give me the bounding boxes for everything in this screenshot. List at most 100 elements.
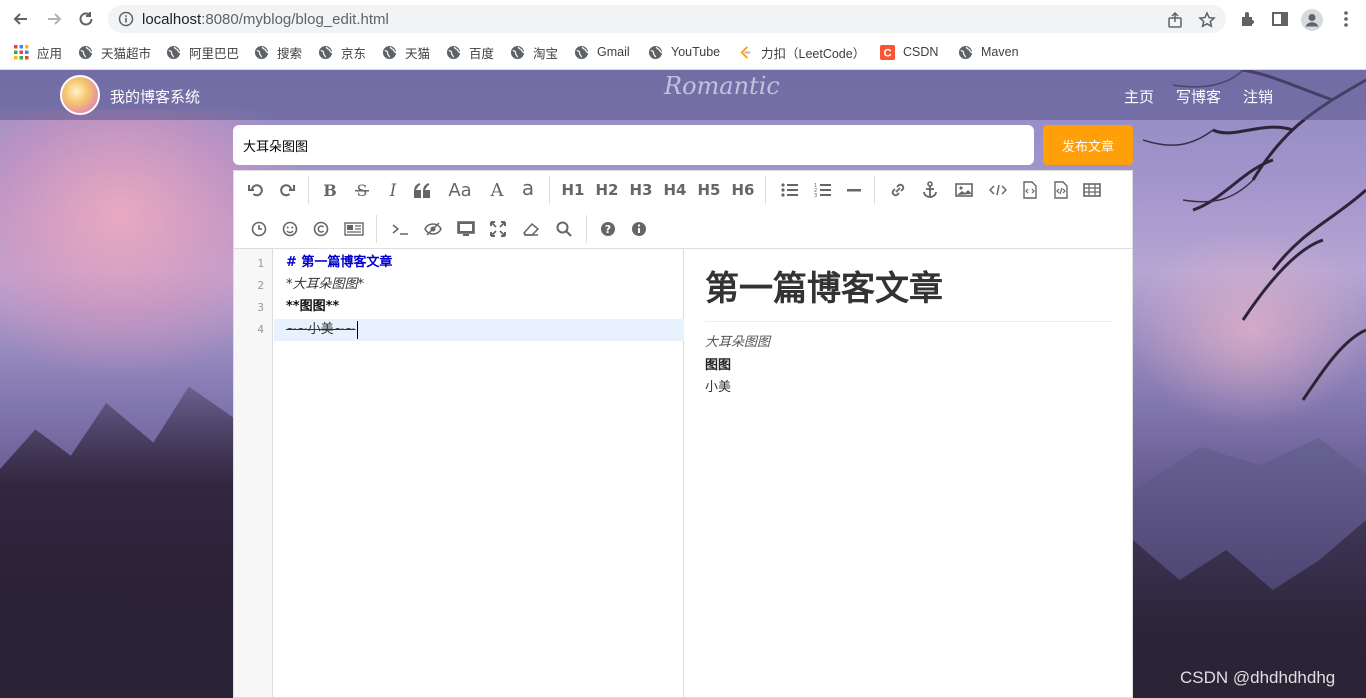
- site-info-icon[interactable]: [118, 11, 134, 27]
- toolbar-separator: [549, 176, 550, 204]
- banner-text: Romantic: [664, 72, 780, 100]
- markdown-preview-pane: 第一篇博客文章 大耳朵图图 图图 小美: [685, 249, 1132, 697]
- bookmark-item[interactable]: 京东: [318, 43, 366, 61]
- link-icon[interactable]: [885, 177, 911, 203]
- bookmarks-bar: 应用 天猫超市 阿里巴巴 搜索 京东 天猫 百度 淘宝 Gmail YouTub…: [0, 38, 1366, 66]
- table-icon[interactable]: [1079, 177, 1105, 203]
- bookmark-item[interactable]: 百度: [446, 43, 494, 61]
- italic-icon[interactable]: I: [380, 177, 406, 203]
- heading-2-button[interactable]: H2: [593, 177, 621, 203]
- globe-icon: [382, 45, 397, 59]
- page-background: 我的博客系统 Romantic 主页 写博客 注销 发布文章 B S I Aa …: [0, 70, 1366, 698]
- markdown-source-pane[interactable]: 1 2 3 4 # 第一篇博客文章 *大耳朵图图* **图图** ~~小美~~: [234, 249, 684, 697]
- share-icon[interactable]: [1166, 11, 1184, 29]
- watch-preview-icon[interactable]: [453, 216, 479, 242]
- preview-bold-text: 图图: [705, 358, 732, 373]
- article-title-input[interactable]: [233, 125, 1034, 165]
- background-trees: [0, 386, 236, 698]
- bookmark-item[interactable]: 搜索: [254, 43, 302, 61]
- unordered-list-icon[interactable]: [777, 177, 803, 203]
- globe-icon: [78, 45, 93, 59]
- bookmark-item[interactable]: 天猫: [382, 43, 430, 61]
- extensions-icon[interactable]: [1238, 9, 1258, 29]
- svg-text:I: I: [389, 182, 397, 198]
- html-entities-icon[interactable]: [308, 216, 334, 242]
- nav-home[interactable]: 主页: [1124, 86, 1154, 107]
- side-panel-icon[interactable]: [1270, 9, 1290, 29]
- emoji-icon[interactable]: [277, 216, 303, 242]
- bookmark-item[interactable]: YouTube: [648, 43, 720, 61]
- hide-preview-icon[interactable]: [420, 216, 446, 242]
- pagebreak-icon[interactable]: [341, 216, 367, 242]
- toolbar-separator: [765, 176, 766, 204]
- code-block-icon[interactable]: [1048, 177, 1074, 203]
- browser-navbar: localhost:8080/myblog/blog_edit.html: [0, 0, 1366, 38]
- nav-write-blog[interactable]: 写博客: [1176, 86, 1221, 107]
- info-icon[interactable]: [626, 216, 652, 242]
- heading-1-button[interactable]: H1: [559, 177, 587, 203]
- profile-avatar-icon[interactable]: [1301, 9, 1323, 31]
- preview-strikethrough-text: 小美: [705, 380, 732, 395]
- goto-line-icon[interactable]: [387, 216, 413, 242]
- ordered-list-icon[interactable]: 123: [810, 177, 836, 203]
- code-line-strikethrough[interactable]: ~~小美~~: [274, 319, 684, 341]
- strikethrough-icon[interactable]: S: [349, 177, 375, 203]
- anchor-icon[interactable]: [917, 177, 943, 203]
- url-text[interactable]: localhost:8080/myblog/blog_edit.html: [142, 11, 389, 28]
- search-icon[interactable]: [551, 216, 577, 242]
- line-number: 3: [257, 301, 264, 314]
- clear-eraser-icon[interactable]: [518, 216, 544, 242]
- globe-icon: [574, 45, 589, 59]
- bookmark-item[interactable]: 天猫超市: [78, 43, 151, 61]
- back-icon[interactable]: [9, 7, 33, 31]
- heading-3-button[interactable]: H3: [627, 177, 655, 203]
- bookmark-apps[interactable]: 应用: [14, 43, 62, 61]
- publish-button[interactable]: 发布文章: [1043, 125, 1133, 165]
- menu-kebab-icon[interactable]: [1336, 9, 1356, 29]
- apps-grid-icon: [14, 44, 29, 59]
- preview-heading: 第一篇博客文章: [705, 267, 1112, 322]
- site-logo[interactable]: [60, 75, 100, 115]
- fullscreen-icon[interactable]: [485, 216, 511, 242]
- redo-icon[interactable]: [274, 177, 300, 203]
- help-icon[interactable]: ?: [595, 216, 621, 242]
- toolbar-separator: [586, 215, 587, 243]
- nav-logout[interactable]: 注销: [1243, 86, 1273, 107]
- heading-5-button[interactable]: H5: [695, 177, 723, 203]
- globe-icon: [446, 45, 461, 59]
- quote-icon[interactable]: [410, 177, 436, 203]
- bookmark-item[interactable]: 力扣（LeetCode）: [738, 43, 865, 61]
- editor-toolbar: B S I Aa A a H1 H2 H3 H4 H5 H6 123: [234, 171, 1132, 249]
- csdn-watermark: CSDN @dhdhdhdhg: [1180, 668, 1336, 687]
- heading-6-button[interactable]: H6: [729, 177, 757, 203]
- code-line-bold[interactable]: **图图**: [274, 296, 684, 318]
- background-branches: [1142, 70, 1366, 401]
- heading-4-button[interactable]: H4: [661, 177, 689, 203]
- bookmark-item[interactable]: Gmail: [574, 43, 630, 61]
- globe-icon: [958, 45, 973, 59]
- browser-chrome: localhost:8080/myblog/blog_edit.html 应用 …: [0, 0, 1366, 70]
- bookmark-item[interactable]: 淘宝: [510, 43, 558, 61]
- code-icon[interactable]: [985, 177, 1011, 203]
- undo-icon[interactable]: [243, 177, 269, 203]
- bookmark-star-icon[interactable]: [1198, 11, 1216, 29]
- uppercase-button[interactable]: A: [484, 177, 510, 203]
- bookmark-item[interactable]: 阿里巴巴: [166, 43, 239, 61]
- svg-text:C: C: [883, 47, 891, 59]
- lowercase-button[interactable]: a: [515, 175, 541, 201]
- datetime-icon[interactable]: [246, 216, 272, 242]
- forward-icon[interactable]: [42, 7, 66, 31]
- bold-icon[interactable]: B: [317, 177, 343, 203]
- code-line-italic[interactable]: *大耳朵图图*: [274, 274, 684, 296]
- reload-icon[interactable]: [74, 7, 98, 31]
- code-line-heading[interactable]: # 第一篇博客文章: [274, 252, 684, 274]
- image-icon[interactable]: [951, 177, 977, 203]
- bookmark-item[interactable]: Maven: [958, 43, 1019, 61]
- bookmark-item[interactable]: C CSDN: [880, 43, 938, 61]
- case-toggle-button[interactable]: Aa: [445, 177, 475, 203]
- address-bar[interactable]: localhost:8080/myblog/blog_edit.html: [108, 5, 1226, 33]
- preformatted-code-icon[interactable]: [1017, 177, 1043, 203]
- svg-text:?: ?: [605, 223, 611, 236]
- globe-icon: [254, 45, 269, 59]
- horizontal-rule-icon[interactable]: [841, 177, 867, 203]
